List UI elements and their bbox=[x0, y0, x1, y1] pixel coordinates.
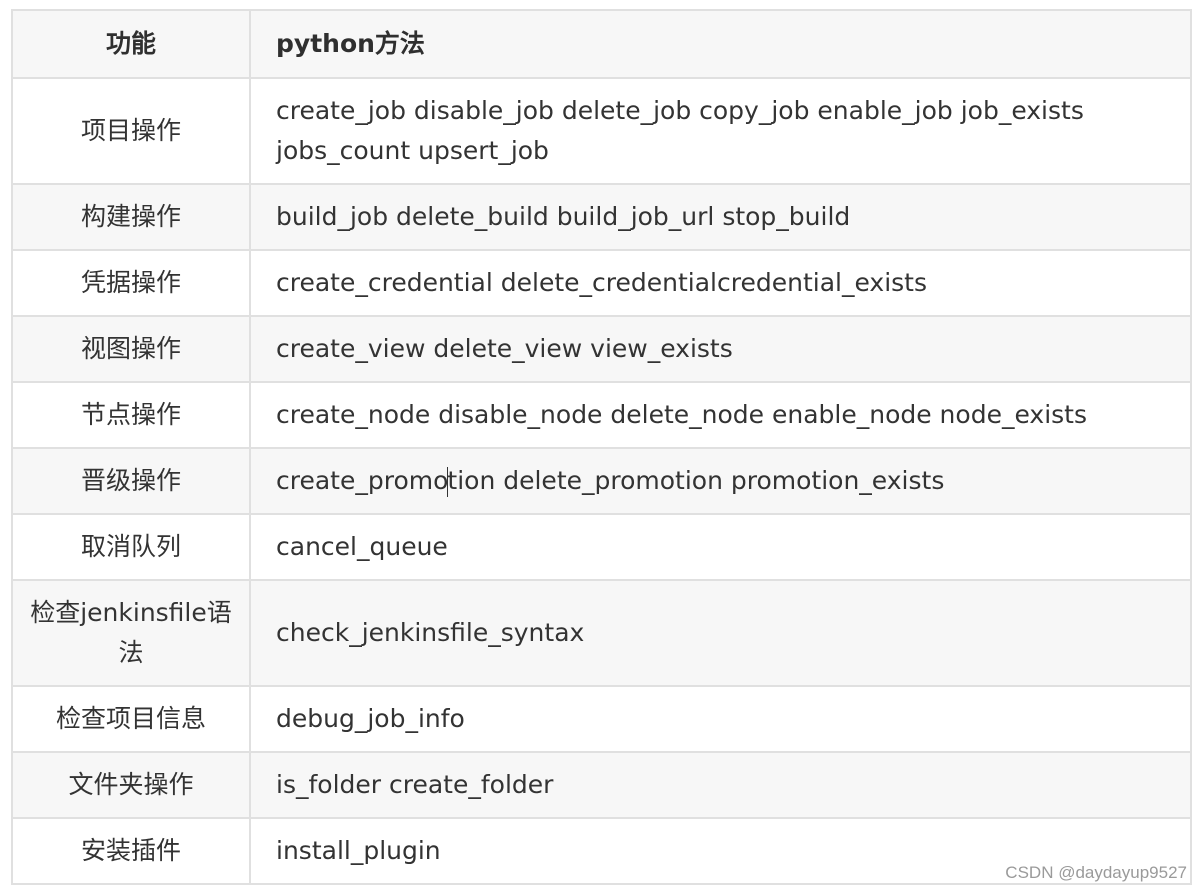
methods-cell: is_folder create_folder bbox=[249, 751, 1192, 819]
jenkins-methods-table-container: 功能 python方法 项目操作 create_job disable_job … bbox=[11, 9, 1192, 885]
table-row: 凭据操作 create_credential delete_credential… bbox=[11, 249, 1192, 317]
methods-text-before-cursor: create_promo bbox=[276, 466, 449, 495]
function-cell: 项目操作 bbox=[11, 77, 251, 185]
function-cell: 检查jenkinsfile语法 bbox=[11, 579, 251, 687]
jenkins-methods-table: 功能 python方法 项目操作 create_job disable_job … bbox=[11, 9, 1192, 885]
function-cell: 文件夹操作 bbox=[11, 751, 251, 819]
function-cell: 晋级操作 bbox=[11, 447, 251, 515]
function-cell: 构建操作 bbox=[11, 183, 251, 251]
function-cell: 安装插件 bbox=[11, 817, 251, 885]
function-cell: 视图操作 bbox=[11, 315, 251, 383]
table-row: 检查项目信息 debug_job_info bbox=[11, 685, 1192, 753]
function-cell: 凭据操作 bbox=[11, 249, 251, 317]
table-row: 文件夹操作 is_folder create_folder bbox=[11, 751, 1192, 819]
methods-text-after-cursor: tion delete_promotion promotion_exists bbox=[447, 466, 945, 495]
methods-cell: build_job delete_build build_job_url sto… bbox=[249, 183, 1192, 251]
methods-cell: cancel_queue bbox=[249, 513, 1192, 581]
table-header-row: 功能 python方法 bbox=[11, 9, 1192, 79]
methods-cell: create_job disable_job delete_job copy_j… bbox=[249, 77, 1192, 185]
table-row: 检查jenkinsfile语法 check_jenkinsfile_syntax bbox=[11, 579, 1192, 687]
table-row: 构建操作 build_job delete_build build_job_ur… bbox=[11, 183, 1192, 251]
header-python-method: python方法 bbox=[249, 9, 1192, 79]
table-row: 视图操作 create_view delete_view view_exists bbox=[11, 315, 1192, 383]
methods-cell: create_node disable_node delete_node ena… bbox=[249, 381, 1192, 449]
methods-cell[interactable]: create_promotion delete_promotion promot… bbox=[249, 447, 1192, 515]
table-row: 项目操作 create_job disable_job delete_job c… bbox=[11, 77, 1192, 185]
table-row: 节点操作 create_node disable_node delete_nod… bbox=[11, 381, 1192, 449]
function-cell: 取消队列 bbox=[11, 513, 251, 581]
header-function: 功能 bbox=[11, 9, 251, 79]
csdn-watermark: CSDN @daydayup9527 bbox=[1005, 863, 1187, 882]
methods-cell: create_credential delete_credentialcrede… bbox=[249, 249, 1192, 317]
function-cell: 检查项目信息 bbox=[11, 685, 251, 753]
function-cell: 节点操作 bbox=[11, 381, 251, 449]
table-row: 晋级操作 create_promotion delete_promotion p… bbox=[11, 447, 1192, 515]
methods-cell: create_view delete_view view_exists bbox=[249, 315, 1192, 383]
methods-cell: debug_job_info bbox=[249, 685, 1192, 753]
methods-cell: check_jenkinsfile_syntax bbox=[249, 579, 1192, 687]
table-row: 取消队列 cancel_queue bbox=[11, 513, 1192, 581]
